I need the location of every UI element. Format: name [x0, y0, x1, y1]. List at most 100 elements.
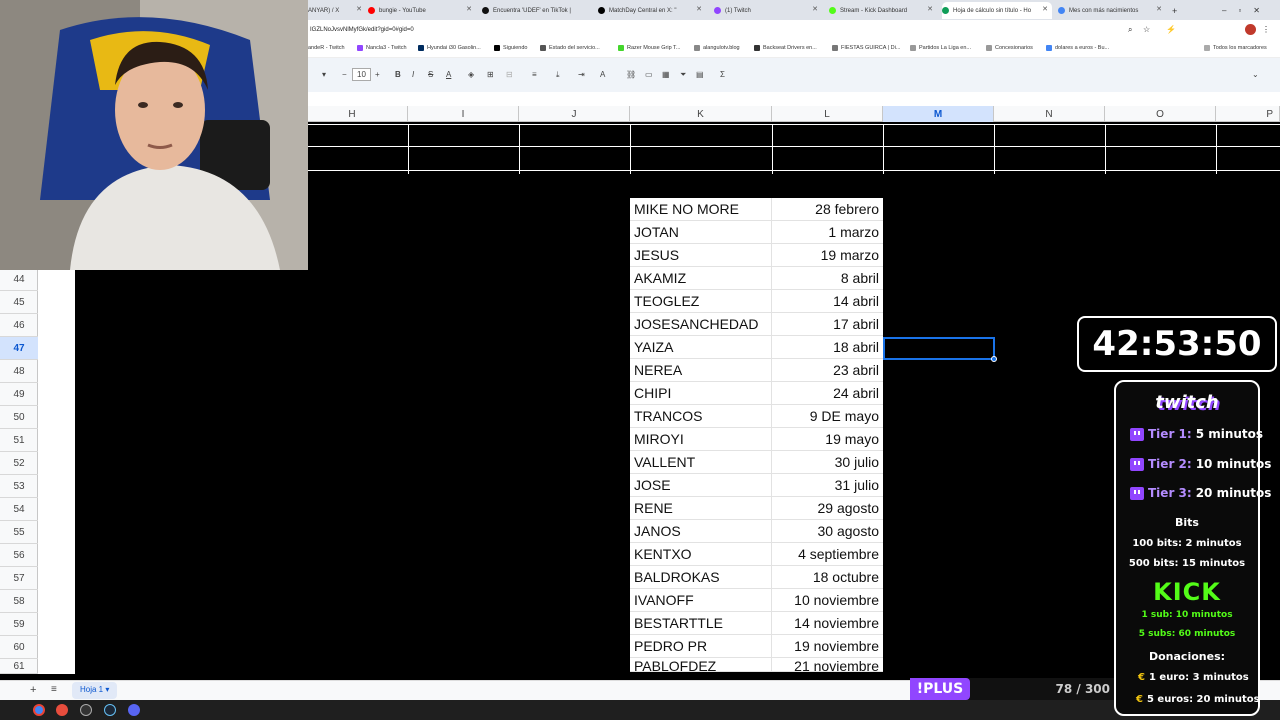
bookmark-item[interactable]: Razer Mouse Grip T... [618, 45, 680, 51]
browser-tab[interactable]: bungie - YouTube ✕ [368, 2, 476, 19]
row-header-selected[interactable]: 47 [0, 337, 38, 360]
name-cell[interactable]: PEDRO PR [630, 635, 772, 657]
date-cell[interactable]: 14 noviembre [772, 612, 883, 634]
url-text[interactable]: IGZLNoJvsvNlMyfGk/edit?gid=0#gid=0 [310, 27, 414, 33]
date-cell[interactable]: 19 mayo [772, 428, 883, 450]
selected-cell-m47[interactable] [883, 337, 995, 360]
name-cell[interactable]: BESTARTTLE [630, 612, 772, 634]
table-row[interactable]: VALLENT 30 julio [630, 451, 883, 474]
bold-button[interactable]: B [395, 70, 401, 79]
close-icon[interactable]: ✕ [466, 5, 472, 13]
name-cell[interactable]: JOSESANCHEDAD [630, 313, 772, 335]
browser-tab[interactable]: Encuentra 'UDEF' en TikTok | [482, 2, 590, 19]
italic-button[interactable]: I [412, 70, 414, 79]
row-header[interactable]: 61 [0, 659, 38, 674]
table-row[interactable]: JANOS 30 agosto [630, 520, 883, 543]
all-bookmarks[interactable]: Todos los marcadores [1204, 45, 1267, 51]
date-cell[interactable]: 14 abril [772, 290, 883, 312]
row-header[interactable]: 51 [0, 429, 38, 452]
table-row[interactable]: CHIPI 24 abril [630, 382, 883, 405]
valign-icon[interactable]: ⤓ [556, 70, 560, 80]
date-cell[interactable]: 23 abril [772, 359, 883, 381]
row-header[interactable]: 60 [0, 636, 38, 659]
close-icon[interactable]: ✕ [696, 5, 702, 13]
settings-icon[interactable] [80, 704, 92, 716]
table-row[interactable]: AKAMIZ 8 abril [630, 267, 883, 290]
text-color-button[interactable]: A [446, 70, 451, 79]
date-cell[interactable]: 21 noviembre [772, 658, 883, 671]
browser-tab[interactable]: Mes con más nacimientos ✕ [1058, 2, 1166, 19]
bookmark-item[interactable]: Hyundai i30 Gasolin... [418, 45, 481, 51]
table-row[interactable]: TEOGLEZ 14 abril [630, 290, 883, 313]
steam-icon[interactable] [104, 704, 116, 716]
table-row[interactable]: RENE 29 agosto [630, 497, 883, 520]
row-header[interactable]: 45 [0, 291, 38, 314]
table-row[interactable]: YAIZA 18 abril [630, 336, 883, 359]
fill-color-icon[interactable]: ◈ [468, 70, 474, 79]
row-header[interactable]: 50 [0, 406, 38, 429]
name-cell[interactable]: TRANCOS [630, 405, 772, 427]
name-cell[interactable]: YAIZA [630, 336, 772, 358]
table-row[interactable]: BALDROKAS 18 octubre [630, 566, 883, 589]
table-row[interactable]: PABLOFDEZ 21 noviembre [630, 658, 883, 672]
date-cell[interactable]: 1 marzo [772, 221, 883, 243]
browser-tab[interactable]: ANYAR) / X ✕ [308, 2, 366, 19]
bookmark-item[interactable]: dolares a euros - Bu... [1046, 45, 1109, 51]
link-icon[interactable]: ⛓ [626, 70, 636, 79]
date-cell[interactable]: 9 DE mayo [772, 405, 883, 427]
discord-icon[interactable] [128, 704, 140, 716]
close-icon[interactable]: ✕ [1042, 5, 1048, 13]
column-header-k[interactable]: K [630, 106, 772, 122]
row-header[interactable]: 57 [0, 567, 38, 590]
date-cell[interactable]: 8 abril [772, 267, 883, 289]
strikethrough-button[interactable]: S [428, 70, 433, 79]
name-cell[interactable]: KENTXO [630, 543, 772, 565]
close-icon[interactable]: ✕ [1156, 5, 1162, 13]
date-cell[interactable]: 19 noviembre [772, 635, 883, 657]
menu-icon[interactable]: ⋮ [1262, 25, 1270, 34]
bookmark-item[interactable]: Nancla3 - Twitch [357, 45, 407, 51]
name-cell[interactable]: JOSE [630, 474, 772, 496]
name-cell[interactable]: JESUS [630, 244, 772, 266]
rotate-icon[interactable]: A [600, 70, 605, 79]
row-header[interactable]: 44 [0, 268, 38, 291]
row-header[interactable]: 59 [0, 613, 38, 636]
minimize-icon[interactable]: – [1222, 6, 1226, 15]
table-row[interactable]: KENTXO 4 septiembre [630, 543, 883, 566]
browser-tab[interactable]: MatchDay Central en X: " ✕ [598, 2, 706, 19]
comment-icon[interactable]: ▭ [645, 70, 653, 79]
bookmark-item[interactable]: FIESTAS GUIRCA | Di... [832, 45, 900, 51]
new-tab-button[interactable]: + [1172, 2, 1184, 19]
close-icon[interactable]: ✕ [927, 5, 933, 13]
date-cell[interactable]: 18 octubre [772, 566, 883, 588]
app-icon[interactable] [56, 704, 68, 716]
sheet-tab[interactable]: Hoja 1 ▾ [72, 682, 118, 699]
column-header-h[interactable]: H [297, 106, 408, 122]
star-icon[interactable]: ☆ [1143, 25, 1150, 34]
table-row[interactable]: TRANCOS 9 DE mayo [630, 405, 883, 428]
filter-icon[interactable]: ⏷ [680, 70, 686, 80]
avatar[interactable] [1245, 24, 1256, 35]
row-header[interactable]: 53 [0, 475, 38, 498]
column-header-o[interactable]: O [1105, 106, 1216, 122]
name-cell[interactable]: BALDROKAS [630, 566, 772, 588]
date-cell[interactable]: 4 septiembre [772, 543, 883, 565]
row-header[interactable]: 52 [0, 452, 38, 475]
collapse-toolbar-icon[interactable]: ⌄ [1252, 70, 1259, 79]
row-header[interactable]: 56 [0, 544, 38, 567]
name-cell[interactable]: NEREA [630, 359, 772, 381]
column-header-l[interactable]: L [772, 106, 883, 122]
name-cell[interactable]: MIROYI [630, 428, 772, 450]
date-cell[interactable]: 18 abril [772, 336, 883, 358]
column-header-p[interactable]: P [1216, 106, 1280, 122]
bookmark-item[interactable]: Backseat Drivers en... [754, 45, 817, 51]
close-icon[interactable]: ✕ [356, 5, 362, 13]
name-cell[interactable]: MIKE NO MORE [630, 198, 772, 220]
date-cell[interactable]: 17 abril [772, 313, 883, 335]
bookmark-item[interactable]: Estado del servicio... [540, 45, 600, 51]
chevron-down-icon[interactable]: ▾ [322, 70, 326, 79]
date-cell[interactable]: 30 agosto [772, 520, 883, 542]
name-cell[interactable]: AKAMIZ [630, 267, 772, 289]
table-row[interactable]: JESUS 19 marzo [630, 244, 883, 267]
table-row[interactable]: IVANOFF 10 noviembre [630, 589, 883, 612]
